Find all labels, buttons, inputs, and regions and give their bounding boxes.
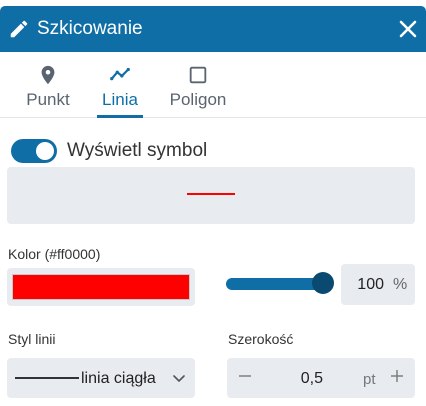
- show-symbol-label: Wyświetl symbol: [67, 140, 208, 161]
- line-style-select[interactable]: linia ciągła: [7, 358, 195, 398]
- tab-linia[interactable]: Linia: [97, 52, 143, 118]
- tab-poligon[interactable]: Poligon: [163, 52, 233, 118]
- tab-underline: [97, 115, 143, 118]
- tab-linia-label: Linia: [102, 90, 138, 109]
- pencil-icon: [10, 20, 28, 38]
- tab-punkt-label: Punkt: [26, 90, 70, 109]
- width-label: Szerokość: [228, 331, 294, 347]
- opacity-slider-track: [226, 278, 326, 290]
- preview-line: [187, 193, 235, 195]
- color-label: Kolor (#ff0000): [8, 246, 101, 262]
- tab-punkt[interactable]: Punkt: [20, 52, 76, 118]
- plus-icon[interactable]: [387, 366, 407, 386]
- tab-poligon-label: Poligon: [169, 90, 227, 109]
- panel-title: Szkicowanie: [37, 18, 143, 39]
- line-style-label: Styl linii: [8, 331, 56, 347]
- line-style-value: linia ciągła: [81, 370, 156, 387]
- line-style-sample: [15, 377, 79, 379]
- map-pin-icon: [41, 65, 55, 85]
- opacity-unit: %: [393, 276, 408, 293]
- close-icon[interactable]: [398, 19, 418, 39]
- width-unit: pt: [363, 371, 376, 388]
- opacity-value: 100: [357, 276, 384, 293]
- polyline-icon: [110, 67, 130, 81]
- minus-icon[interactable]: [235, 366, 255, 386]
- chevron-down-icon: [173, 375, 185, 382]
- opacity-input[interactable]: 100 %: [341, 264, 415, 305]
- show-symbol-toggle[interactable]: [11, 139, 57, 163]
- geometry-tabs: Punkt Linia Poligon: [0, 52, 426, 118]
- symbol-preview: [7, 167, 415, 224]
- width-value[interactable]: 0,5: [287, 369, 323, 389]
- square-icon: [189, 66, 207, 84]
- color-swatch: [12, 274, 190, 300]
- color-picker[interactable]: [7, 268, 195, 306]
- opacity-slider[interactable]: [226, 272, 334, 296]
- panel-header: Szkicowanie: [0, 6, 426, 52]
- opacity-slider-thumb[interactable]: [312, 272, 334, 294]
- toggle-knob: [36, 142, 54, 160]
- width-stepper: 0,5 pt: [227, 358, 415, 398]
